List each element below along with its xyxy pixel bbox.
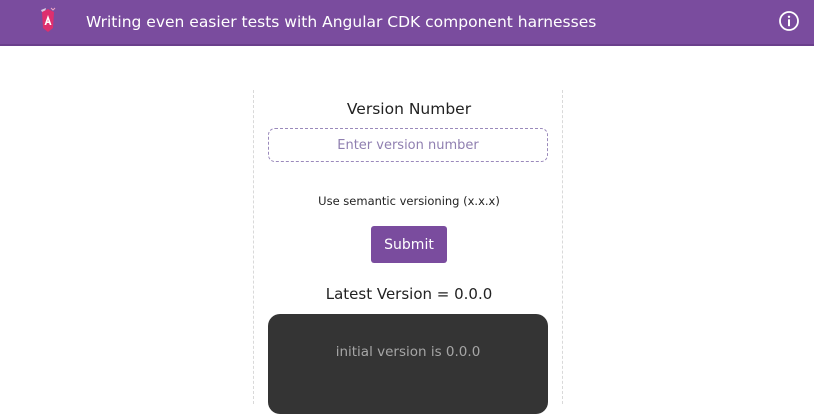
- app-title: Writing even easier tests with Angular C…: [86, 13, 597, 31]
- version-form-panel: Version Number Use semantic versioning (…: [253, 90, 563, 414]
- console-message: initial version is 0.0.0: [335, 344, 481, 360]
- latest-version-text: Latest Version = 0.0.0: [325, 285, 493, 303]
- semantic-versioning-hint: Use semantic versioning (x.x.x): [318, 194, 500, 208]
- info-icon[interactable]: [778, 10, 800, 32]
- version-number-label: Version Number: [346, 100, 472, 118]
- app-toolbar: Writing even easier tests with Angular C…: [0, 0, 814, 46]
- version-console: initial version is 0.0.0: [268, 314, 548, 414]
- submit-button[interactable]: Submit: [371, 226, 447, 263]
- angular-logo-icon: [32, 6, 64, 38]
- version-number-input[interactable]: [268, 128, 548, 162]
